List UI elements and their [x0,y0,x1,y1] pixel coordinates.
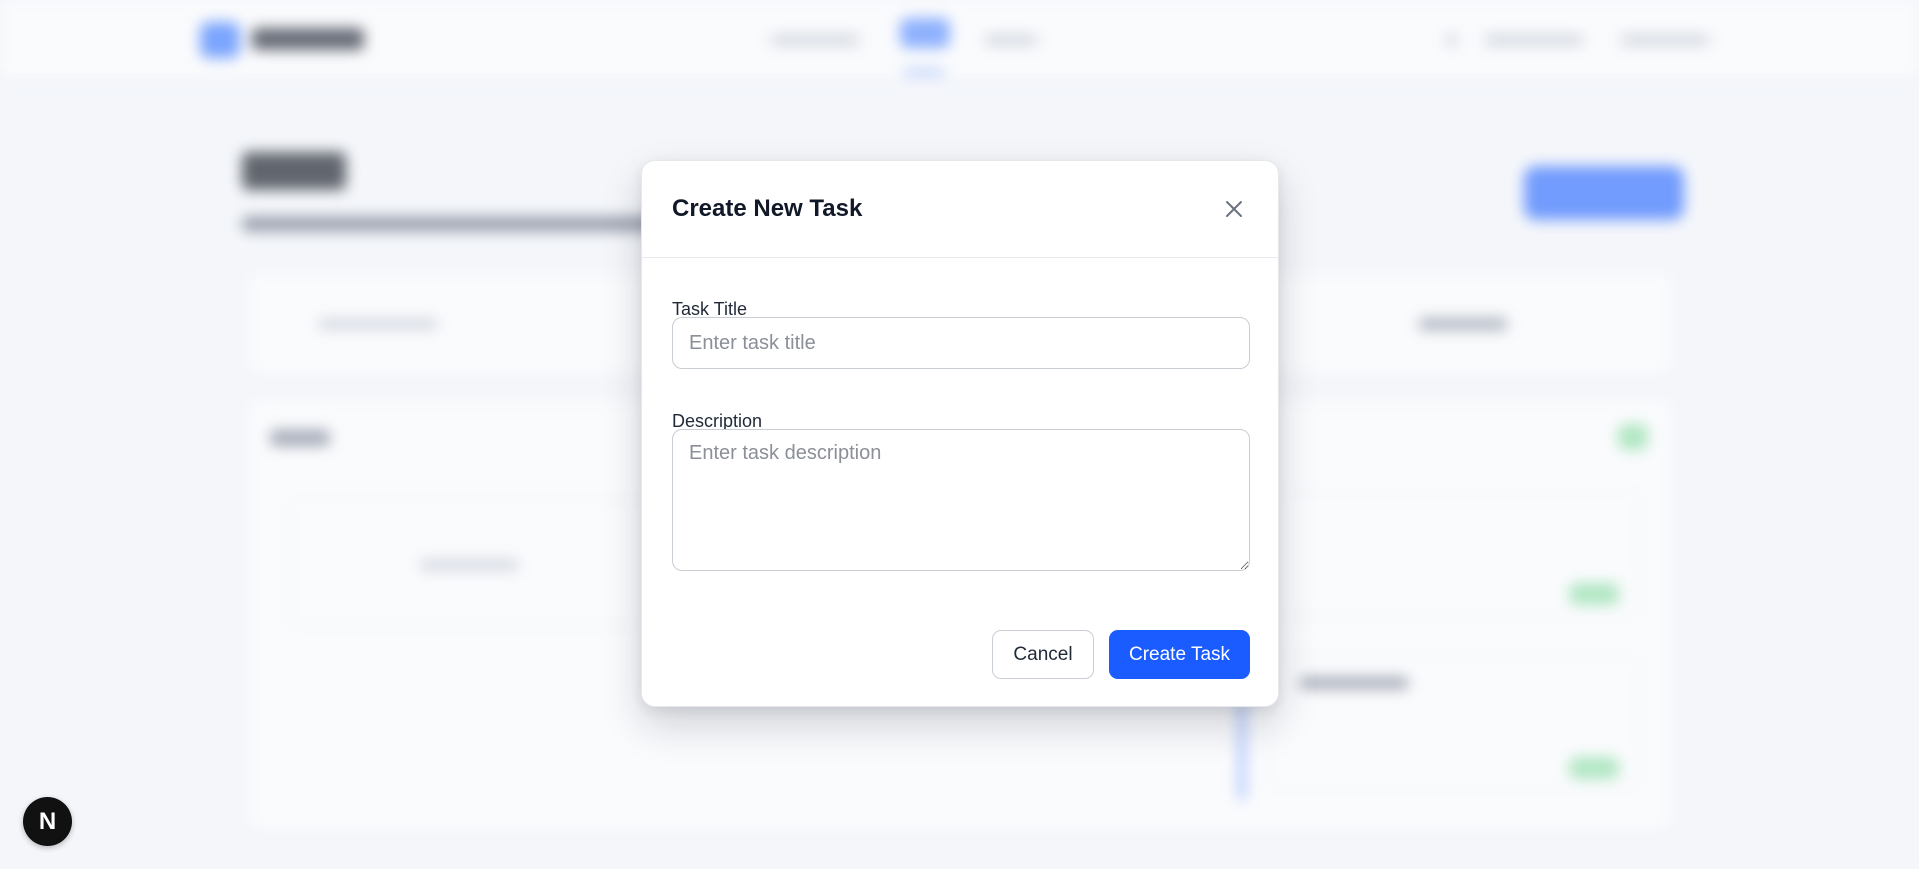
next-logo-icon[interactable]: N [23,797,72,846]
create-task-button[interactable]: Create Task [1109,630,1250,679]
cancel-button[interactable]: Cancel [992,630,1094,679]
badge-letter: N [38,807,57,835]
close-icon [1226,201,1242,217]
description-textarea[interactable] [672,429,1250,571]
close-button[interactable] [1216,191,1252,227]
dialog-header: Create New Task [642,161,1278,258]
task-title-input[interactable] [672,317,1250,369]
dialog-title: Create New Task [672,195,863,222]
create-task-dialog: Create New Task Task Title Description C… [641,160,1279,707]
